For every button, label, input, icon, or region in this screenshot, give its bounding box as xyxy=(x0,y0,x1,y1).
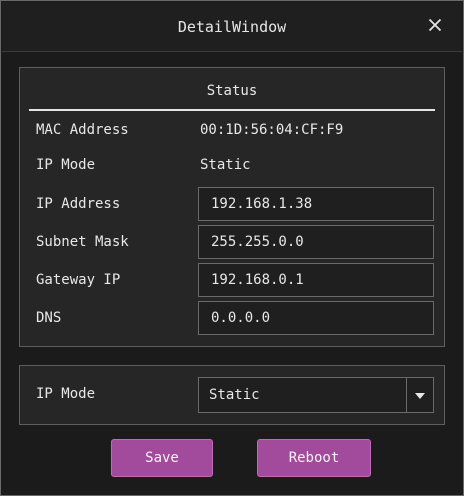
ip-mode-selected-value: Static xyxy=(209,387,260,403)
ip-mode-status-value: Static xyxy=(200,157,251,173)
close-icon xyxy=(428,18,442,32)
ip-mode-label: IP Mode xyxy=(36,386,96,402)
subnet-mask-label: Subnet Mask xyxy=(36,234,129,250)
ip-address-field[interactable] xyxy=(198,187,434,221)
status-panel: Status MAC Address 00:1D:56:04:CF:F9 IP … xyxy=(19,67,445,347)
ip-mode-panel: IP Mode Static xyxy=(19,365,445,425)
mac-address-value: 00:1D:56:04:CF:F9 xyxy=(200,122,344,138)
subnet-mask-field[interactable] xyxy=(198,225,434,259)
dns-label: DNS xyxy=(36,310,62,326)
status-title: Status xyxy=(206,83,258,99)
title-bar: DetailWindow xyxy=(2,2,462,52)
save-button[interactable]: Save xyxy=(111,439,213,477)
window-title: DetailWindow xyxy=(177,18,287,36)
dns-field[interactable] xyxy=(198,301,434,335)
mac-address-label: MAC Address xyxy=(36,122,129,138)
ip-mode-select[interactable]: Static xyxy=(198,377,434,413)
close-button[interactable] xyxy=(422,12,448,38)
gateway-ip-label: Gateway IP xyxy=(36,272,121,288)
ip-mode-status-label: IP Mode xyxy=(36,157,96,173)
detail-window: DetailWindow Status MAC Address 00:1D:56… xyxy=(0,0,464,496)
select-separator xyxy=(406,378,407,412)
chevron-down-icon[interactable] xyxy=(415,393,425,399)
reboot-button[interactable]: Reboot xyxy=(257,439,371,477)
gateway-ip-field[interactable] xyxy=(198,263,434,297)
ip-address-label: IP Address xyxy=(36,196,121,212)
status-divider xyxy=(29,109,435,111)
